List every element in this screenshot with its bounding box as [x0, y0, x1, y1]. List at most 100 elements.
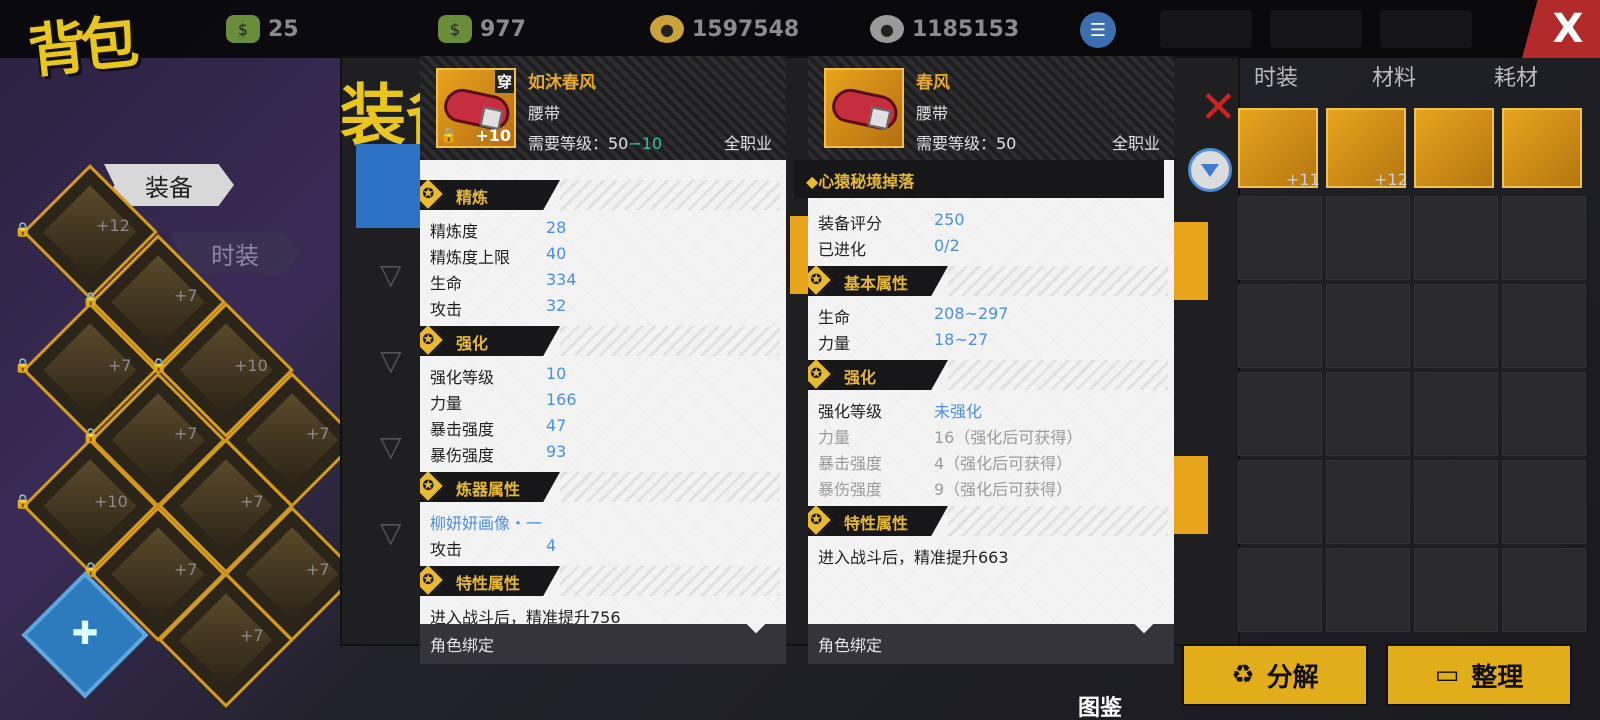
currency-cash-stack: $ 977: [438, 12, 526, 46]
inventory-slot[interactable]: [1502, 372, 1586, 456]
lock-icon: 🔒: [150, 358, 168, 374]
slot-level: +7: [240, 626, 264, 645]
inventory-slot[interactable]: [1238, 284, 1322, 368]
inventory-slot[interactable]: [1414, 196, 1498, 280]
stat-key: 强化等级: [430, 368, 495, 387]
category-icon[interactable]: ▽: [380, 430, 410, 463]
section-title: 精炼: [456, 188, 489, 207]
lock-icon: 🔒: [440, 128, 458, 144]
codex-label[interactable]: 图鉴: [1078, 690, 1122, 720]
inventory-slot[interactable]: [1502, 460, 1586, 544]
tooltip-body: 装备评分 250 已进化 0/2 基本属性 生命 208~297 力量 18~27 强化…: [808, 160, 1174, 624]
lock-icon: 🔒: [14, 358, 32, 374]
req-reduction: −10: [628, 134, 663, 153]
tooltip-header: 穿 🔒 +10 如沐春风 腰带 需要等级：50−10 全职业: [420, 56, 786, 160]
star-badge-icon: [808, 360, 834, 390]
panel-close-icon[interactable]: ✕: [1200, 86, 1248, 130]
slot-level: +7: [108, 356, 132, 375]
menu-list-icon[interactable]: ☰: [1080, 12, 1116, 48]
inventory-slot[interactable]: [1326, 372, 1410, 456]
panel-active-tab[interactable]: [356, 144, 422, 228]
category-icon[interactable]: ▽: [380, 344, 410, 377]
top-slot: [1270, 10, 1362, 48]
inventory-slot[interactable]: [1238, 196, 1322, 280]
section-header: 基本属性: [808, 266, 948, 296]
stat-value: 4: [546, 536, 557, 555]
item-icon: 穿 🔒 +10: [436, 68, 516, 148]
tooltip-body: 精炼 精炼度 28 精炼度上限 40 生命 334 攻击 32 强化 强化等级 10 力量…: [420, 160, 786, 624]
inventory-slot[interactable]: [1502, 108, 1582, 188]
inventory-slot[interactable]: [1326, 548, 1410, 632]
tab-consumables[interactable]: 耗材: [1494, 60, 1538, 92]
inventory-slot[interactable]: [1326, 284, 1410, 368]
currency-value: 25: [268, 16, 299, 42]
cash-stack-icon: $: [438, 15, 472, 43]
stat-row: 已进化 0/2: [818, 236, 1168, 260]
stat-value: 9（强化后可获得）: [934, 480, 1073, 499]
section-title: 特性属性: [456, 574, 521, 593]
stat-key: 生命: [430, 274, 463, 293]
inventory-slot[interactable]: [1502, 196, 1586, 280]
currency-silver: ● 1185153: [870, 12, 1019, 46]
stat-row: 暴伤强度 93: [430, 442, 780, 466]
stat-value: 334: [546, 270, 577, 289]
item-type: 腰带: [916, 104, 949, 123]
slot-level: +10: [234, 356, 268, 375]
tab-materials[interactable]: 材料: [1372, 60, 1416, 92]
star-badge-icon: [808, 506, 834, 536]
inventory-slot[interactable]: [1414, 548, 1498, 632]
category-icon[interactable]: ▽: [380, 258, 410, 291]
sort-button[interactable]: ▭ 整理: [1386, 644, 1572, 706]
item-class: 全职业: [1111, 134, 1160, 153]
stat-key: 生命: [818, 308, 851, 327]
currency-value: 1185153: [912, 16, 1020, 42]
stat-value: 0/2: [934, 236, 960, 255]
inventory-slot[interactable]: [1414, 372, 1498, 456]
lock-icon: 🔒: [14, 494, 32, 510]
inventory-slot[interactable]: [1238, 548, 1322, 632]
section-header: 特性属性: [420, 566, 560, 596]
stat-row: 暴伤强度 9（强化后可获得）: [818, 476, 1168, 500]
bag-screen: 背包 $ 25 $ 977 ● 1597548 ● 1185153 ☰ X 装备…: [0, 0, 1600, 720]
stat-key: 力量: [430, 394, 463, 413]
inventory-slot[interactable]: [1326, 196, 1410, 280]
inventory-slot[interactable]: [1414, 460, 1498, 544]
recycle-icon: ♻: [1231, 660, 1255, 690]
inventory-slot[interactable]: [1502, 548, 1586, 632]
stat-key: 攻击: [430, 300, 463, 319]
inventory-slot[interactable]: [1414, 108, 1494, 188]
stat-value: 40: [546, 244, 567, 263]
inventory-slot[interactable]: [1238, 372, 1322, 456]
stat-row: 攻击 4: [430, 536, 780, 560]
stat-key: 装备评分: [818, 214, 883, 233]
stat-value: 166: [546, 390, 577, 409]
inventory-slot[interactable]: [1238, 460, 1322, 544]
stat-value: 4（强化后可获得）: [934, 454, 1073, 473]
section-stripes: [948, 506, 1168, 536]
section-stripes: [948, 266, 1168, 296]
item-name: 春风: [916, 73, 950, 93]
decompose-button[interactable]: ♻ 分解: [1182, 644, 1368, 706]
category-icon[interactable]: ▽: [380, 516, 410, 549]
artifact-name[interactable]: 柳妍妍画像・一: [430, 510, 542, 534]
stat-row: 生命 334: [430, 270, 780, 294]
inventory-slot[interactable]: [1414, 284, 1498, 368]
artifact-link[interactable]: 柳妍妍画像・一: [430, 510, 780, 534]
section-title: 特性属性: [844, 514, 909, 533]
section-stripes: [948, 360, 1168, 390]
section-header: 精炼: [420, 180, 560, 210]
section-title: 炼器属性: [456, 480, 521, 499]
section-header: 强化: [420, 326, 560, 356]
item-level-requirement: 需要等级：50: [916, 134, 1017, 153]
dropdown-toggle[interactable]: [1188, 148, 1232, 192]
tab-fashion-right[interactable]: 时装: [1254, 60, 1298, 92]
section-stripes: [560, 180, 780, 210]
stat-row: 装备评分 250: [818, 210, 1168, 234]
section-header: 炼器属性: [420, 472, 560, 502]
stat-row: 暴击强度 47: [430, 416, 780, 440]
close-bag-button[interactable]: X: [1522, 0, 1600, 58]
stat-row: 力量 16（强化后可获得）: [818, 424, 1168, 448]
equipped-tag: 穿: [494, 70, 514, 93]
inventory-slot[interactable]: [1502, 284, 1586, 368]
inventory-slot[interactable]: [1326, 460, 1410, 544]
